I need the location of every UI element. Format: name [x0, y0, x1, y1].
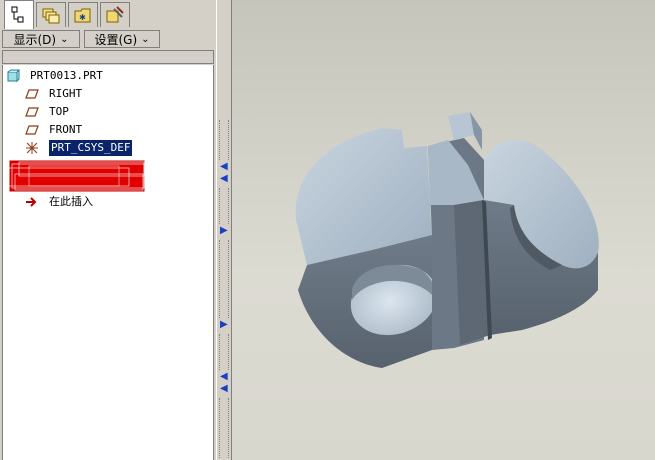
- redaction-scribble: [9, 160, 145, 192]
- pane-splitter[interactable]: ◀ ◀ ▶ ▶ ◀ ◀: [216, 0, 232, 460]
- collapse-left-icon[interactable]: ◀: [220, 384, 228, 394]
- splitter-grip: [219, 188, 229, 224]
- datum-plane-icon: [25, 89, 39, 99]
- graphics-viewport[interactable]: [232, 0, 655, 460]
- tree-item-label: PRT_CSYS_DEF: [49, 140, 133, 156]
- display-menu-label: 显示(D): [13, 32, 57, 47]
- expand-right-icon[interactable]: ▶: [220, 226, 228, 236]
- tab-layers[interactable]: [36, 2, 66, 27]
- collapse-left-icon[interactable]: ◀: [220, 174, 228, 184]
- svg-text:✱: ✱: [79, 13, 86, 22]
- tree-item-label: RIGHT: [49, 87, 83, 100]
- model-tree-icon: [11, 6, 24, 23]
- display-menu-button[interactable]: 显示(D) ⌄: [2, 30, 80, 48]
- settings-menu-label: 设置(G): [94, 32, 138, 47]
- settings-menu-button[interactable]: 设置(G) ⌄: [84, 30, 160, 48]
- tab-favorites-tools[interactable]: [100, 2, 130, 27]
- splitter-grip: [219, 240, 229, 318]
- datum-plane-icon: [25, 125, 39, 135]
- splitter-grip: [219, 398, 229, 458]
- insert-arrow-icon: [26, 197, 37, 207]
- splitter-grip: [219, 120, 229, 160]
- tree-root-label: PRT0013.PRT: [30, 69, 103, 82]
- tab-model-tree[interactable]: [4, 0, 34, 29]
- shaded-part-model[interactable]: [232, 0, 655, 460]
- chevron-down-icon: ⌄: [60, 33, 69, 45]
- chevron-down-icon: ⌄: [141, 33, 150, 45]
- tree-item-label: FRONT: [49, 123, 83, 136]
- tab-folder-browser[interactable]: ✱: [68, 2, 98, 27]
- coordinate-system-icon: [26, 142, 38, 154]
- tree-options-bar: 显示(D) ⌄ 设置(G) ⌄: [0, 28, 216, 50]
- expand-right-icon[interactable]: ▶: [220, 320, 228, 330]
- collapse-left-icon[interactable]: ◀: [220, 162, 228, 172]
- favorites-tools-icon: [106, 6, 124, 23]
- tree-item-label: TOP: [49, 105, 69, 118]
- model-tree: PRT0013.PRT RIGHT TOP FRONT PRT_CSYS_DEF: [2, 65, 214, 460]
- splitter-grip: [219, 334, 229, 370]
- collapse-left-icon[interactable]: ◀: [220, 372, 228, 382]
- navigator-tab-bar: ✱: [0, 0, 216, 29]
- layers-icon: [42, 8, 60, 24]
- folder-icon: ✱: [74, 8, 91, 23]
- insert-here-label: 在此插入: [49, 195, 93, 208]
- datum-plane-icon: [25, 107, 39, 117]
- tree-column-header[interactable]: [2, 50, 214, 64]
- part-icon: [7, 69, 20, 83]
